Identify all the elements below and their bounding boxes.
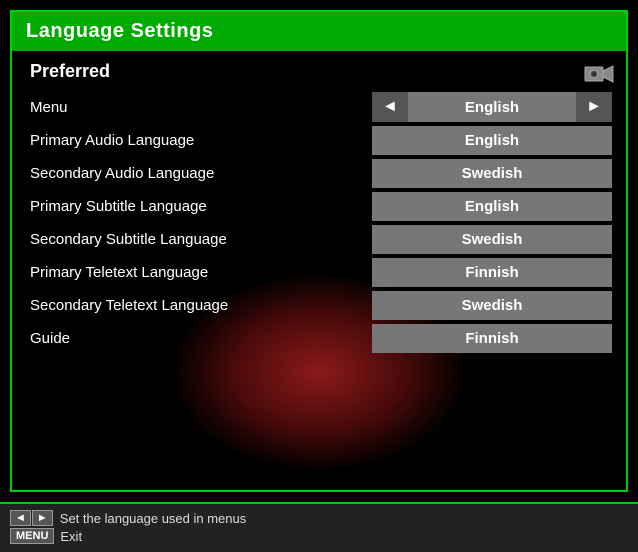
table-row: Primary Audio LanguageEnglish xyxy=(26,126,612,155)
left-arrow-button[interactable]: ◄ xyxy=(372,92,408,122)
table-row: GuideFinnish xyxy=(26,324,612,353)
right-arrow-button[interactable]: ► xyxy=(576,92,612,122)
row-label: Primary Subtitle Language xyxy=(26,192,372,221)
page-title: Language Settings xyxy=(26,20,213,42)
row-value[interactable]: ◄English► xyxy=(372,92,612,122)
table-row: Primary Teletext LanguageFinnish xyxy=(26,258,612,287)
selected-value: English xyxy=(408,99,576,116)
right-arrow-badge: ► xyxy=(32,510,53,526)
table-row: Secondary Audio LanguageSwedish xyxy=(26,159,612,188)
content-area: Preferred Menu◄English►Primary Audio Lan… xyxy=(12,51,626,367)
row-value[interactable]: Finnish xyxy=(372,324,612,353)
camera-icon xyxy=(584,63,614,90)
row-value[interactable]: Swedish xyxy=(372,291,612,320)
preferred-label: Preferred xyxy=(26,61,612,82)
row-value[interactable]: Finnish xyxy=(372,258,612,287)
table-row: Primary Subtitle LanguageEnglish xyxy=(26,192,612,221)
settings-rows: Menu◄English►Primary Audio LanguageEngli… xyxy=(26,92,612,353)
left-arrow-badge: ◄ xyxy=(10,510,31,526)
menu-badge: MENU xyxy=(10,528,54,544)
row-value[interactable]: English xyxy=(372,126,612,155)
row-label: Menu xyxy=(26,93,372,122)
hint-text-2: Exit xyxy=(60,529,82,544)
row-value[interactable]: Swedish xyxy=(372,225,612,254)
settings-panel: Language Settings Preferred Menu◄English… xyxy=(10,10,628,492)
bottom-bar: ◄ ► Set the language used in menus MENU … xyxy=(0,502,638,552)
row-value[interactable]: English xyxy=(372,192,612,221)
arrow-badge: ◄ ► xyxy=(10,510,54,526)
hint-text-1: Set the language used in menus xyxy=(60,511,246,526)
row-value[interactable]: Swedish xyxy=(372,159,612,188)
row-label: Guide xyxy=(26,324,372,353)
row-label: Primary Teletext Language xyxy=(26,258,372,287)
table-row: Menu◄English► xyxy=(26,92,612,122)
hint-row-2: MENU Exit xyxy=(10,528,628,544)
row-label: Secondary Audio Language xyxy=(26,159,372,188)
title-bar: Language Settings xyxy=(12,12,626,51)
table-row: Secondary Subtitle LanguageSwedish xyxy=(26,225,612,254)
table-row: Secondary Teletext LanguageSwedish xyxy=(26,291,612,320)
row-label: Primary Audio Language xyxy=(26,126,372,155)
row-label: Secondary Subtitle Language xyxy=(26,225,372,254)
hint-row-1: ◄ ► Set the language used in menus xyxy=(10,510,628,526)
row-label: Secondary Teletext Language xyxy=(26,291,372,320)
